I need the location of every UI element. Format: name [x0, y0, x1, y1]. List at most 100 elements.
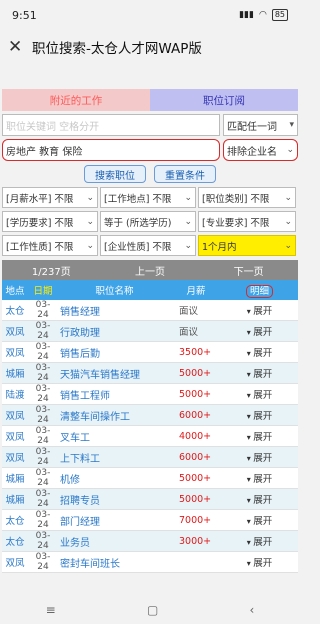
expand-button[interactable]: ▾ 展开: [221, 446, 298, 469]
expand-button[interactable]: ▾ 展开: [221, 341, 298, 364]
expand-button[interactable]: ▾ 展开: [221, 551, 298, 574]
match-mode-select[interactable]: 匹配任一词 ▾: [223, 114, 298, 136]
header-date[interactable]: 日期: [28, 280, 58, 300]
table-row[interactable]: 城厢 03-24 招聘专员 5000+ ▾ 展开: [2, 488, 298, 511]
expand-label: 展开: [253, 327, 273, 339]
company-type-filter[interactable]: [企业性质] 不限 ⌄: [100, 235, 196, 256]
job-title-link[interactable]: 密封车间班长: [58, 551, 171, 574]
job-location: 双凤: [2, 320, 28, 343]
job-title-link[interactable]: 天猫汽车销售经理: [58, 362, 171, 385]
tab-job-subscription[interactable]: 职位订阅: [150, 89, 298, 111]
expand-button[interactable]: ▾ 展开: [221, 300, 298, 322]
table-row[interactable]: 双凤 03-24 清整车间操作工 6000+ ▾ 展开: [2, 404, 298, 427]
education-compare-value: 等于 (所选学历): [104, 217, 172, 229]
back-icon[interactable]: ‹: [250, 603, 255, 617]
status-bar: 9:51 ▮▮▮ ◠ 85: [0, 0, 300, 30]
job-type-filter[interactable]: [工作性质] 不限 ⌄: [2, 235, 98, 256]
salary-filter[interactable]: [月薪水平] 不限 ⌄: [2, 187, 98, 208]
expand-button[interactable]: ▾ 展开: [221, 362, 298, 385]
job-salary: 7000+: [171, 509, 221, 532]
job-date: 03-24: [28, 404, 58, 427]
job-date: 03-24: [28, 467, 58, 490]
table-row[interactable]: 双凤 03-24 行政助理 面议 ▾ 展开: [2, 320, 298, 343]
table-row[interactable]: 太仓 03-24 销售经理 面议 ▾ 展开: [2, 300, 298, 322]
major-filter[interactable]: [专业要求] 不限 ⌄: [198, 211, 296, 232]
expand-label: 展开: [253, 411, 273, 423]
location-filter[interactable]: [工作地点] 不限 ⌄: [100, 187, 196, 208]
location-filter-value: [工作地点] 不限: [104, 193, 172, 205]
expand-label: 展开: [253, 306, 273, 318]
job-date: 03-24: [28, 362, 58, 385]
company-type-filter-value: [企业性质] 不限: [104, 241, 172, 253]
next-page-link[interactable]: 下一页: [199, 263, 298, 278]
job-title-link[interactable]: 销售经理: [58, 300, 171, 322]
education-filter-value: [学历要求] 不限: [6, 217, 74, 229]
table-row[interactable]: 太仓 03-24 业务员 3000+ ▾ 展开: [2, 530, 298, 553]
job-date: 03-24: [28, 551, 58, 574]
education-compare-filter[interactable]: 等于 (所选学历) ⌄: [100, 211, 196, 232]
expand-button[interactable]: ▾ 展开: [221, 509, 298, 532]
wifi-icon: ◠: [258, 10, 267, 20]
page-indicator: 1/237页: [31, 266, 71, 278]
job-date: 03-24: [28, 300, 58, 322]
job-salary: 面议: [171, 300, 221, 322]
expand-label: 展开: [253, 516, 273, 528]
reset-filters-button[interactable]: 重置条件: [154, 165, 216, 183]
expand-button[interactable]: ▾ 展开: [221, 530, 298, 553]
job-title-link[interactable]: 招聘专员: [58, 488, 171, 511]
expand-button[interactable]: ▾ 展开: [221, 467, 298, 490]
table-row[interactable]: 双凤 03-24 上下料工 6000+ ▾ 展开: [2, 446, 298, 469]
job-title-link[interactable]: 清整车间操作工: [58, 404, 171, 427]
close-icon[interactable]: ✕: [8, 37, 32, 57]
system-nav-bar: ≡ ▢ ‹: [0, 596, 300, 624]
table-row[interactable]: 陆渡 03-24 销售工程师 5000+ ▾ 展开: [2, 383, 298, 406]
job-salary: 6000+: [171, 446, 221, 469]
prev-page-link[interactable]: 上一页: [101, 263, 200, 278]
salary-filter-value: [月薪水平] 不限: [6, 193, 74, 205]
table-row[interactable]: 双凤 03-24 密封车间班长 ▾ 展开: [2, 551, 298, 574]
job-title-link[interactable]: 行政助理: [58, 320, 171, 343]
status-icons: ▮▮▮ ◠ 85: [239, 9, 288, 21]
job-title-link[interactable]: 部门经理: [58, 509, 171, 532]
header-detail[interactable]: 明细: [221, 280, 298, 300]
table-row[interactable]: 城厢 03-24 机修 5000+ ▾ 展开: [2, 467, 298, 490]
chevron-down-icon: ⌄: [284, 216, 292, 227]
category-filter[interactable]: [职位类别] 不限 ⌄: [198, 187, 296, 208]
chevron-down-icon: ▾: [289, 120, 294, 130]
home-icon[interactable]: ▢: [147, 603, 158, 617]
job-title-link[interactable]: 销售后勤: [58, 341, 171, 364]
job-location: 太仓: [2, 509, 28, 532]
education-filter[interactable]: [学历要求] 不限 ⌄: [2, 211, 98, 232]
job-location: 双凤: [2, 446, 28, 469]
table-row[interactable]: 太仓 03-24 部门经理 7000+ ▾ 展开: [2, 509, 298, 532]
table-row[interactable]: 双凤 03-24 叉车工 4000+ ▾ 展开: [2, 425, 298, 448]
detail-toggle-button[interactable]: 明细: [245, 285, 273, 298]
menu-icon[interactable]: ≡: [46, 603, 56, 617]
job-date: 03-24: [28, 488, 58, 511]
job-title-link[interactable]: 业务员: [58, 530, 171, 553]
job-location: 太仓: [2, 530, 28, 553]
header-title: 职位名称: [58, 280, 171, 300]
expand-button[interactable]: ▾ 展开: [221, 404, 298, 427]
expand-button[interactable]: ▾ 展开: [221, 383, 298, 406]
job-title-link[interactable]: 上下料工: [58, 446, 171, 469]
job-title-link[interactable]: 销售工程师: [58, 383, 171, 406]
job-location: 陆渡: [2, 383, 28, 406]
job-title-link[interactable]: 叉车工: [58, 425, 171, 448]
keyword-input[interactable]: 职位关键词 空格分开: [2, 114, 220, 136]
table-row[interactable]: 城厢 03-24 天猫汽车销售经理 5000+ ▾ 展开: [2, 362, 298, 385]
expand-button[interactable]: ▾ 展开: [221, 488, 298, 511]
chevron-down-icon: ⌄: [184, 192, 192, 203]
search-jobs-button[interactable]: 搜索职位: [84, 165, 146, 183]
expand-button[interactable]: ▾ 展开: [221, 320, 298, 343]
job-title-link[interactable]: 机修: [58, 467, 171, 490]
include-keywords-input[interactable]: 房地产 教育 保险: [2, 139, 220, 161]
battery-icon: 85: [271, 9, 288, 21]
exclude-company-input[interactable]: 排除企业名 ⌄: [223, 139, 298, 161]
expand-button[interactable]: ▾ 展开: [221, 425, 298, 448]
table-row[interactable]: 双凤 03-24 销售后勤 3500+ ▾ 展开: [2, 341, 298, 364]
time-range-filter[interactable]: 1个月内 ⌄: [198, 235, 296, 256]
job-date: 03-24: [28, 509, 58, 532]
job-salary: 3000+: [171, 530, 221, 553]
tab-nearby-jobs[interactable]: 附近的工作: [2, 89, 150, 111]
